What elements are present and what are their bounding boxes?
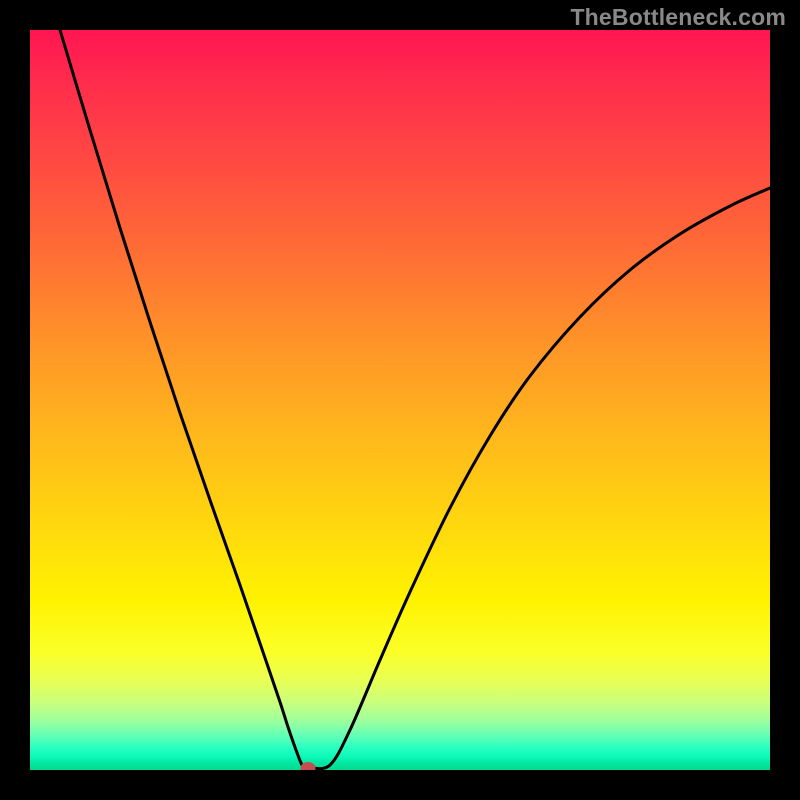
plot-area (30, 30, 770, 770)
chart-frame: TheBottleneck.com (0, 0, 800, 800)
bottleneck-curve (60, 30, 770, 769)
curve-svg (30, 30, 770, 770)
minimum-marker (301, 762, 316, 770)
watermark-text: TheBottleneck.com (570, 4, 786, 31)
